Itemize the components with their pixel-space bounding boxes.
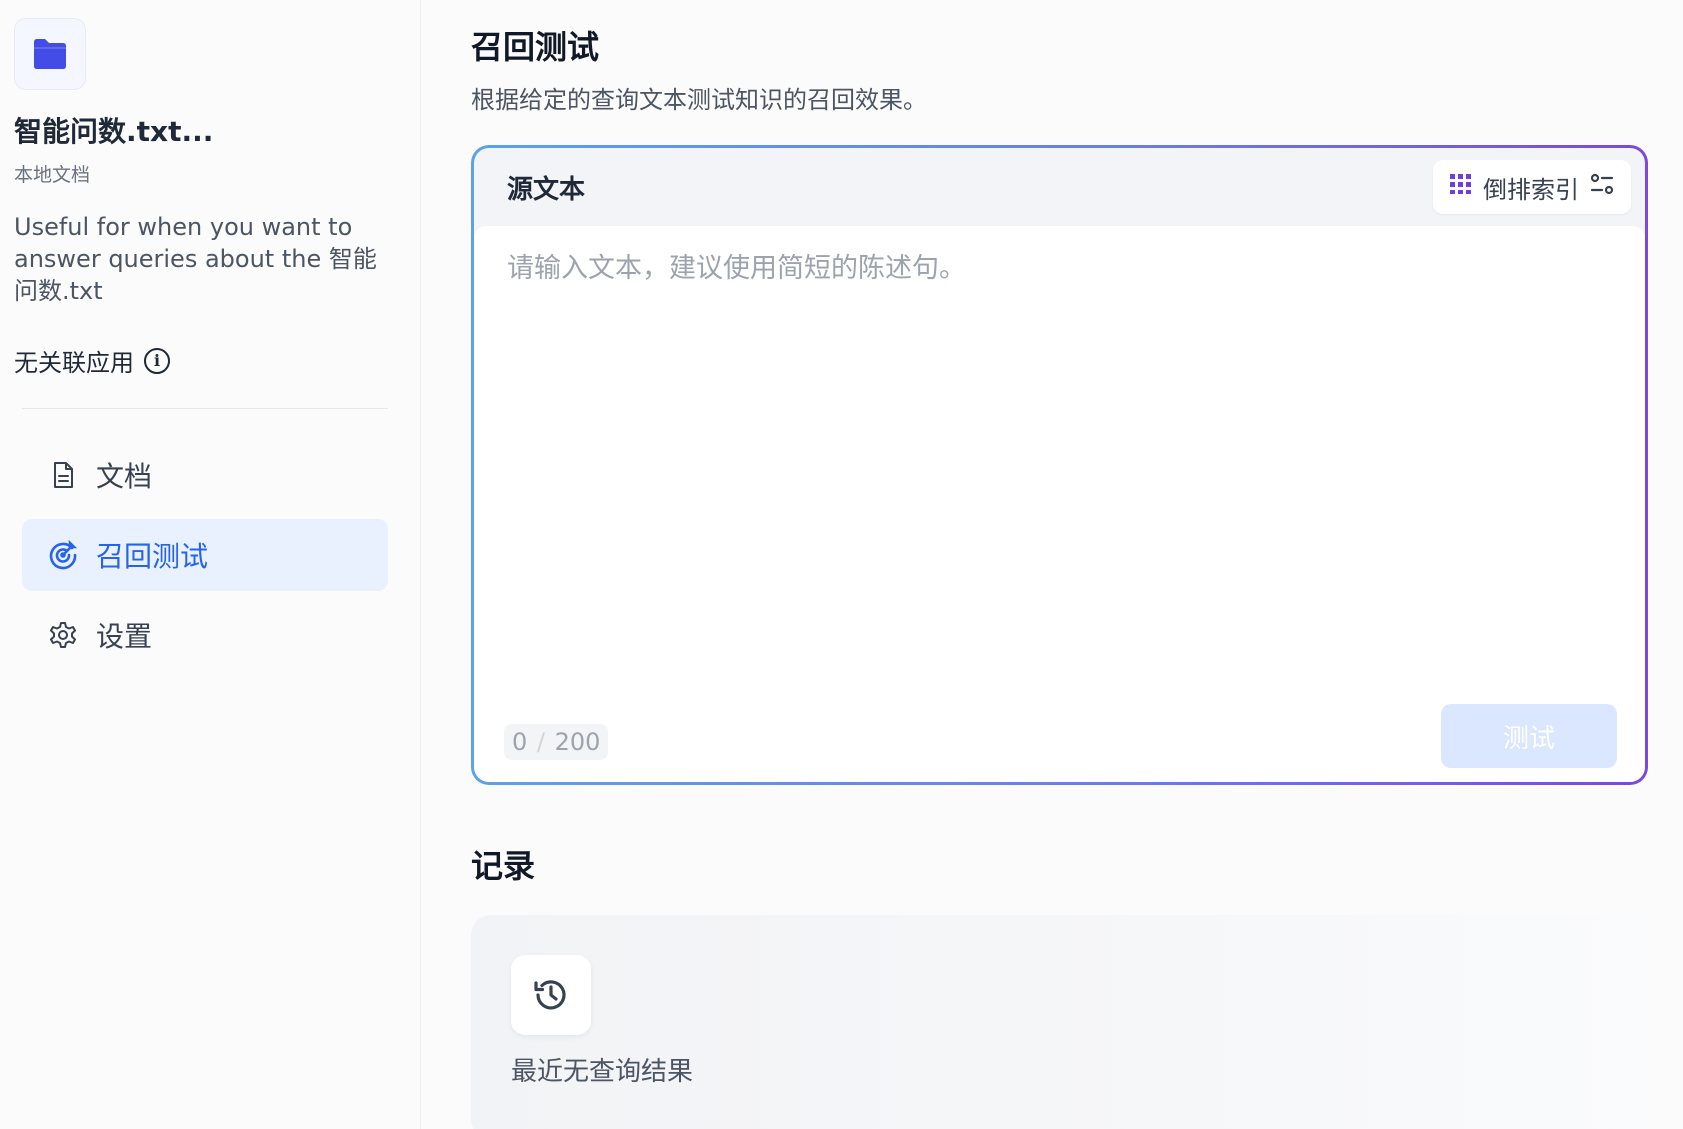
grid-icon: [1449, 172, 1473, 202]
folder-icon: [14, 18, 86, 90]
sidebar-item-label: 召回测试: [96, 540, 209, 573]
query-textarea[interactable]: [474, 226, 1645, 666]
sidebar-divider: [22, 408, 388, 409]
records-empty-state: 最近无查询结果: [471, 915, 1648, 1129]
linked-apps-label: 无关联应用: [14, 349, 134, 377]
sidebar-item-label: 设置: [96, 620, 153, 653]
source-text-card: 源文本 倒排索引 请输入文本，建议使用简短的陈述句。 0 / 200 测试: [471, 145, 1648, 785]
source-text-header: 源文本 倒排索引: [474, 148, 1645, 226]
index-mode-label: 倒排索引: [1483, 175, 1579, 204]
app-root: 智能问数.txt... 本地文档 Useful for when you wan…: [0, 0, 1683, 1129]
retrieval-settings-button[interactable]: 倒排索引: [1433, 160, 1631, 214]
linked-apps: 无关联应用 i: [14, 343, 406, 378]
source-text-panel: 源文本 倒排索引 请输入文本，建议使用简短的陈述句。 0 / 200 测试: [474, 148, 1645, 782]
sidebar-item-label: 文档: [96, 460, 153, 493]
sidebar-nav: 文档 召回测试 设置: [14, 439, 406, 671]
source-text-label: 源文本: [507, 174, 586, 205]
info-icon[interactable]: i: [144, 347, 170, 374]
document-icon: [48, 460, 78, 490]
records-empty-text: 最近无查询结果: [511, 1057, 694, 1087]
gear-icon: [48, 620, 78, 650]
target-icon: [48, 540, 78, 570]
knowledge-base-type: 本地文档: [14, 164, 91, 186]
history-icon: [511, 955, 591, 1035]
sliders-icon: [1589, 171, 1615, 203]
source-text-body: 0 / 200 测试: [474, 226, 1645, 782]
counter-separator: /: [529, 728, 553, 756]
sidebar-item-settings[interactable]: 设置: [22, 599, 388, 671]
knowledge-base-title: 智能问数.txt...: [14, 115, 214, 148]
records-title: 记录: [471, 847, 536, 885]
sidebar: 智能问数.txt... 本地文档 Useful for when you wan…: [0, 0, 421, 1129]
main-content: 召回测试 根据给定的查询文本测试知识的召回效果。 源文本 倒排索引 请输入文本，…: [421, 0, 1683, 1129]
character-max: 200: [554, 728, 601, 756]
character-count: 0: [512, 728, 528, 756]
sidebar-item-documents[interactable]: 文档: [22, 439, 388, 511]
test-button[interactable]: 测试: [1441, 704, 1617, 768]
sidebar-item-recall-test[interactable]: 召回测试: [22, 519, 388, 591]
character-counter: 0 / 200: [504, 724, 609, 760]
page-title: 召回测试: [471, 28, 600, 66]
knowledge-base-description: Useful for when you want to answer queri…: [14, 213, 377, 305]
page-subtitle: 根据给定的查询文本测试知识的召回效果。: [471, 86, 927, 114]
